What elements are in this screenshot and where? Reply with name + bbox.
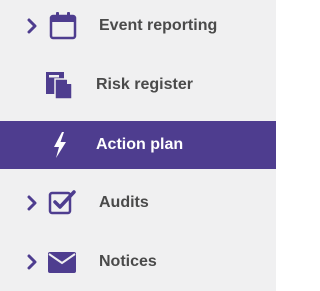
sidebar-item-label: Audits bbox=[99, 194, 149, 211]
sidebar-item-label: Notices bbox=[99, 253, 157, 270]
calendar-icon bbox=[49, 12, 77, 40]
sidebar-edge bbox=[276, 0, 286, 291]
sidebar-item-audits[interactable]: Audits bbox=[0, 179, 276, 227]
chevron-right-icon[interactable] bbox=[26, 254, 38, 270]
documents-icon bbox=[46, 72, 73, 100]
sidebar-item-label: Event reporting bbox=[99, 17, 218, 34]
checkbox-icon bbox=[48, 190, 76, 215]
chevron-right-icon[interactable] bbox=[26, 18, 38, 34]
sidebar-item-risk-register[interactable]: Risk register bbox=[0, 61, 276, 109]
sidebar-item-action-plan[interactable]: Action plan bbox=[0, 121, 276, 169]
sidebar-item-label: Risk register bbox=[96, 76, 193, 93]
lightning-bolt-icon bbox=[54, 132, 66, 158]
sidebar-nav: Event reporting Risk register Action pla… bbox=[0, 0, 276, 291]
sidebar-item-event-reporting[interactable]: Event reporting bbox=[0, 2, 276, 50]
chevron-right-icon[interactable] bbox=[26, 195, 38, 211]
sidebar-item-notices[interactable]: Notices bbox=[0, 238, 276, 286]
sidebar-item-label: Action plan bbox=[96, 136, 184, 153]
envelope-icon bbox=[48, 252, 76, 273]
